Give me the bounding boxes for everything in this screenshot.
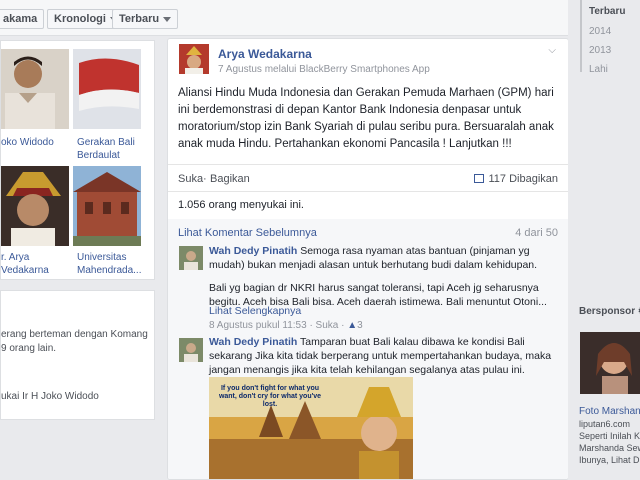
ad-description: Seperti Inilah Ka: [579, 431, 640, 441]
sponsored-heading: Bersponsor ⚙: [579, 306, 640, 317]
page-name[interactable]: Universitas: [77, 251, 147, 264]
page-name[interactable]: Berdaulat: [77, 149, 147, 162]
activity-text[interactable]: 9 orang lain.: [1, 343, 56, 354]
page-name[interactable]: Gerakan Bali: [77, 136, 147, 149]
filter-label: Terbaru: [119, 13, 160, 25]
timeline-filter-bar: akama Kronologi Terbaru: [0, 0, 568, 36]
post-author-name[interactable]: Arya Wedakarna: [218, 47, 312, 61]
share-icon: [474, 174, 485, 183]
timeline-year-2013[interactable]: 2013: [589, 45, 611, 56]
filter-tab-pertama[interactable]: akama: [0, 9, 45, 29]
flag-photo: [73, 49, 141, 129]
timeline-year-born[interactable]: Lahi: [589, 64, 608, 75]
comment-text: Wah Dedy Pinatih Semoga rasa nyaman atas…: [209, 244, 559, 272]
ad-description: Marshanda Sewa: [579, 443, 640, 453]
filter-label: Kronologi: [54, 13, 106, 25]
timeline-scrubber-line: [580, 0, 582, 72]
thumbs-up-icon: ▲: [347, 320, 358, 331]
ad-image[interactable]: [580, 332, 640, 394]
tile-photo[interactable]: [73, 166, 141, 246]
comment-image[interactable]: If you don't fight for what you want, do…: [209, 377, 413, 479]
person-photo: [580, 332, 640, 394]
shares-label: 117 Dibagikan: [488, 173, 558, 185]
post-timestamp[interactable]: 7 Agustus melalui BlackBerry Smartphones…: [218, 64, 430, 75]
sponsored-label: Bersponsor: [579, 306, 636, 317]
comment-count: 4 dari 50: [515, 227, 558, 239]
person-photo: [179, 246, 203, 270]
person-photo: [179, 44, 209, 74]
right-column: Terbaru 2014 2013 Lahi Bersponsor ⚙ Foto…: [568, 0, 640, 480]
person-photo: [179, 338, 203, 362]
ad-title[interactable]: Foto Marshane: [579, 406, 640, 417]
person-photo: [1, 49, 69, 129]
ad-domain[interactable]: liputan6.com: [579, 419, 630, 429]
post-card: Arya Wedakarna 7 Agustus melalui BlackBe…: [167, 38, 569, 480]
filter-terbaru-dropdown[interactable]: Terbaru: [112, 9, 179, 29]
tile-photo[interactable]: [73, 49, 141, 129]
like-button[interactable]: Suka: [178, 173, 203, 185]
comment-timestamp[interactable]: 8 Agustus pukul 11:53 · Suka ·: [209, 320, 347, 331]
image-caption-text: If you don't fight for what you want, do…: [218, 385, 322, 408]
view-previous-comments-link[interactable]: Lihat Komentar Sebelumnya: [178, 227, 317, 239]
divider: [168, 191, 568, 192]
activity-text: erang berteman dengan Komang: [1, 329, 148, 340]
page-name[interactable]: Mahendrada...: [77, 264, 147, 277]
friend-name[interactable]: r. Arya: [1, 251, 71, 264]
post-text: Aliansi Hindu Muda Indonesia dan Gerakan…: [178, 87, 554, 150]
shares-count[interactable]: 117 Dibagikan: [474, 173, 558, 185]
person-photo: [1, 166, 69, 246]
timeline-year-2014[interactable]: 2014: [589, 26, 611, 37]
comment-text: Wah Dedy Pinatih Tamparan buat Bali kala…: [209, 335, 559, 377]
commenter-name[interactable]: Wah Dedy Pinatih: [209, 245, 297, 257]
building-photo: [73, 166, 141, 246]
commenter-name[interactable]: Wah Dedy Pinatih: [209, 336, 297, 348]
tile-photo[interactable]: [1, 166, 69, 246]
friend-name[interactable]: Vedakarna: [1, 264, 71, 277]
share-button[interactable]: Bagikan: [210, 173, 250, 185]
likes-summary[interactable]: 1.056 orang menyukai ini.: [178, 199, 304, 211]
chevron-down-icon[interactable]: ⌵: [548, 45, 556, 56]
filter-label: akama: [3, 13, 38, 25]
friend-name[interactable]: oko Widodo: [1, 136, 71, 149]
see-more-link[interactable]: Lihat Selengkapnya: [209, 305, 301, 317]
action-separator: ·: [203, 173, 207, 185]
author-avatar[interactable]: [179, 44, 209, 74]
friends-photo-grid: oko Widodo Gerakan Bali Berdaulat r. Ary…: [0, 40, 155, 280]
divider: [168, 164, 568, 165]
activity-card: erang berteman dengan Komang 9 orang lai…: [0, 290, 155, 420]
comment-meta: 8 Agustus pukul 11:53 · Suka · ▲3: [209, 320, 363, 331]
activity-text[interactable]: ukai Ir H Joko Widodo: [1, 391, 99, 402]
tile-photo[interactable]: [1, 49, 69, 129]
chevron-down-icon: [163, 16, 172, 22]
timeline-year-latest[interactable]: Terbaru: [589, 6, 626, 17]
comment-likes[interactable]: 3: [357, 320, 363, 331]
commenter-avatar[interactable]: [179, 246, 203, 270]
ad-description: Ibunya, Lihat Dis: [579, 455, 640, 465]
commenter-avatar[interactable]: [179, 338, 203, 362]
